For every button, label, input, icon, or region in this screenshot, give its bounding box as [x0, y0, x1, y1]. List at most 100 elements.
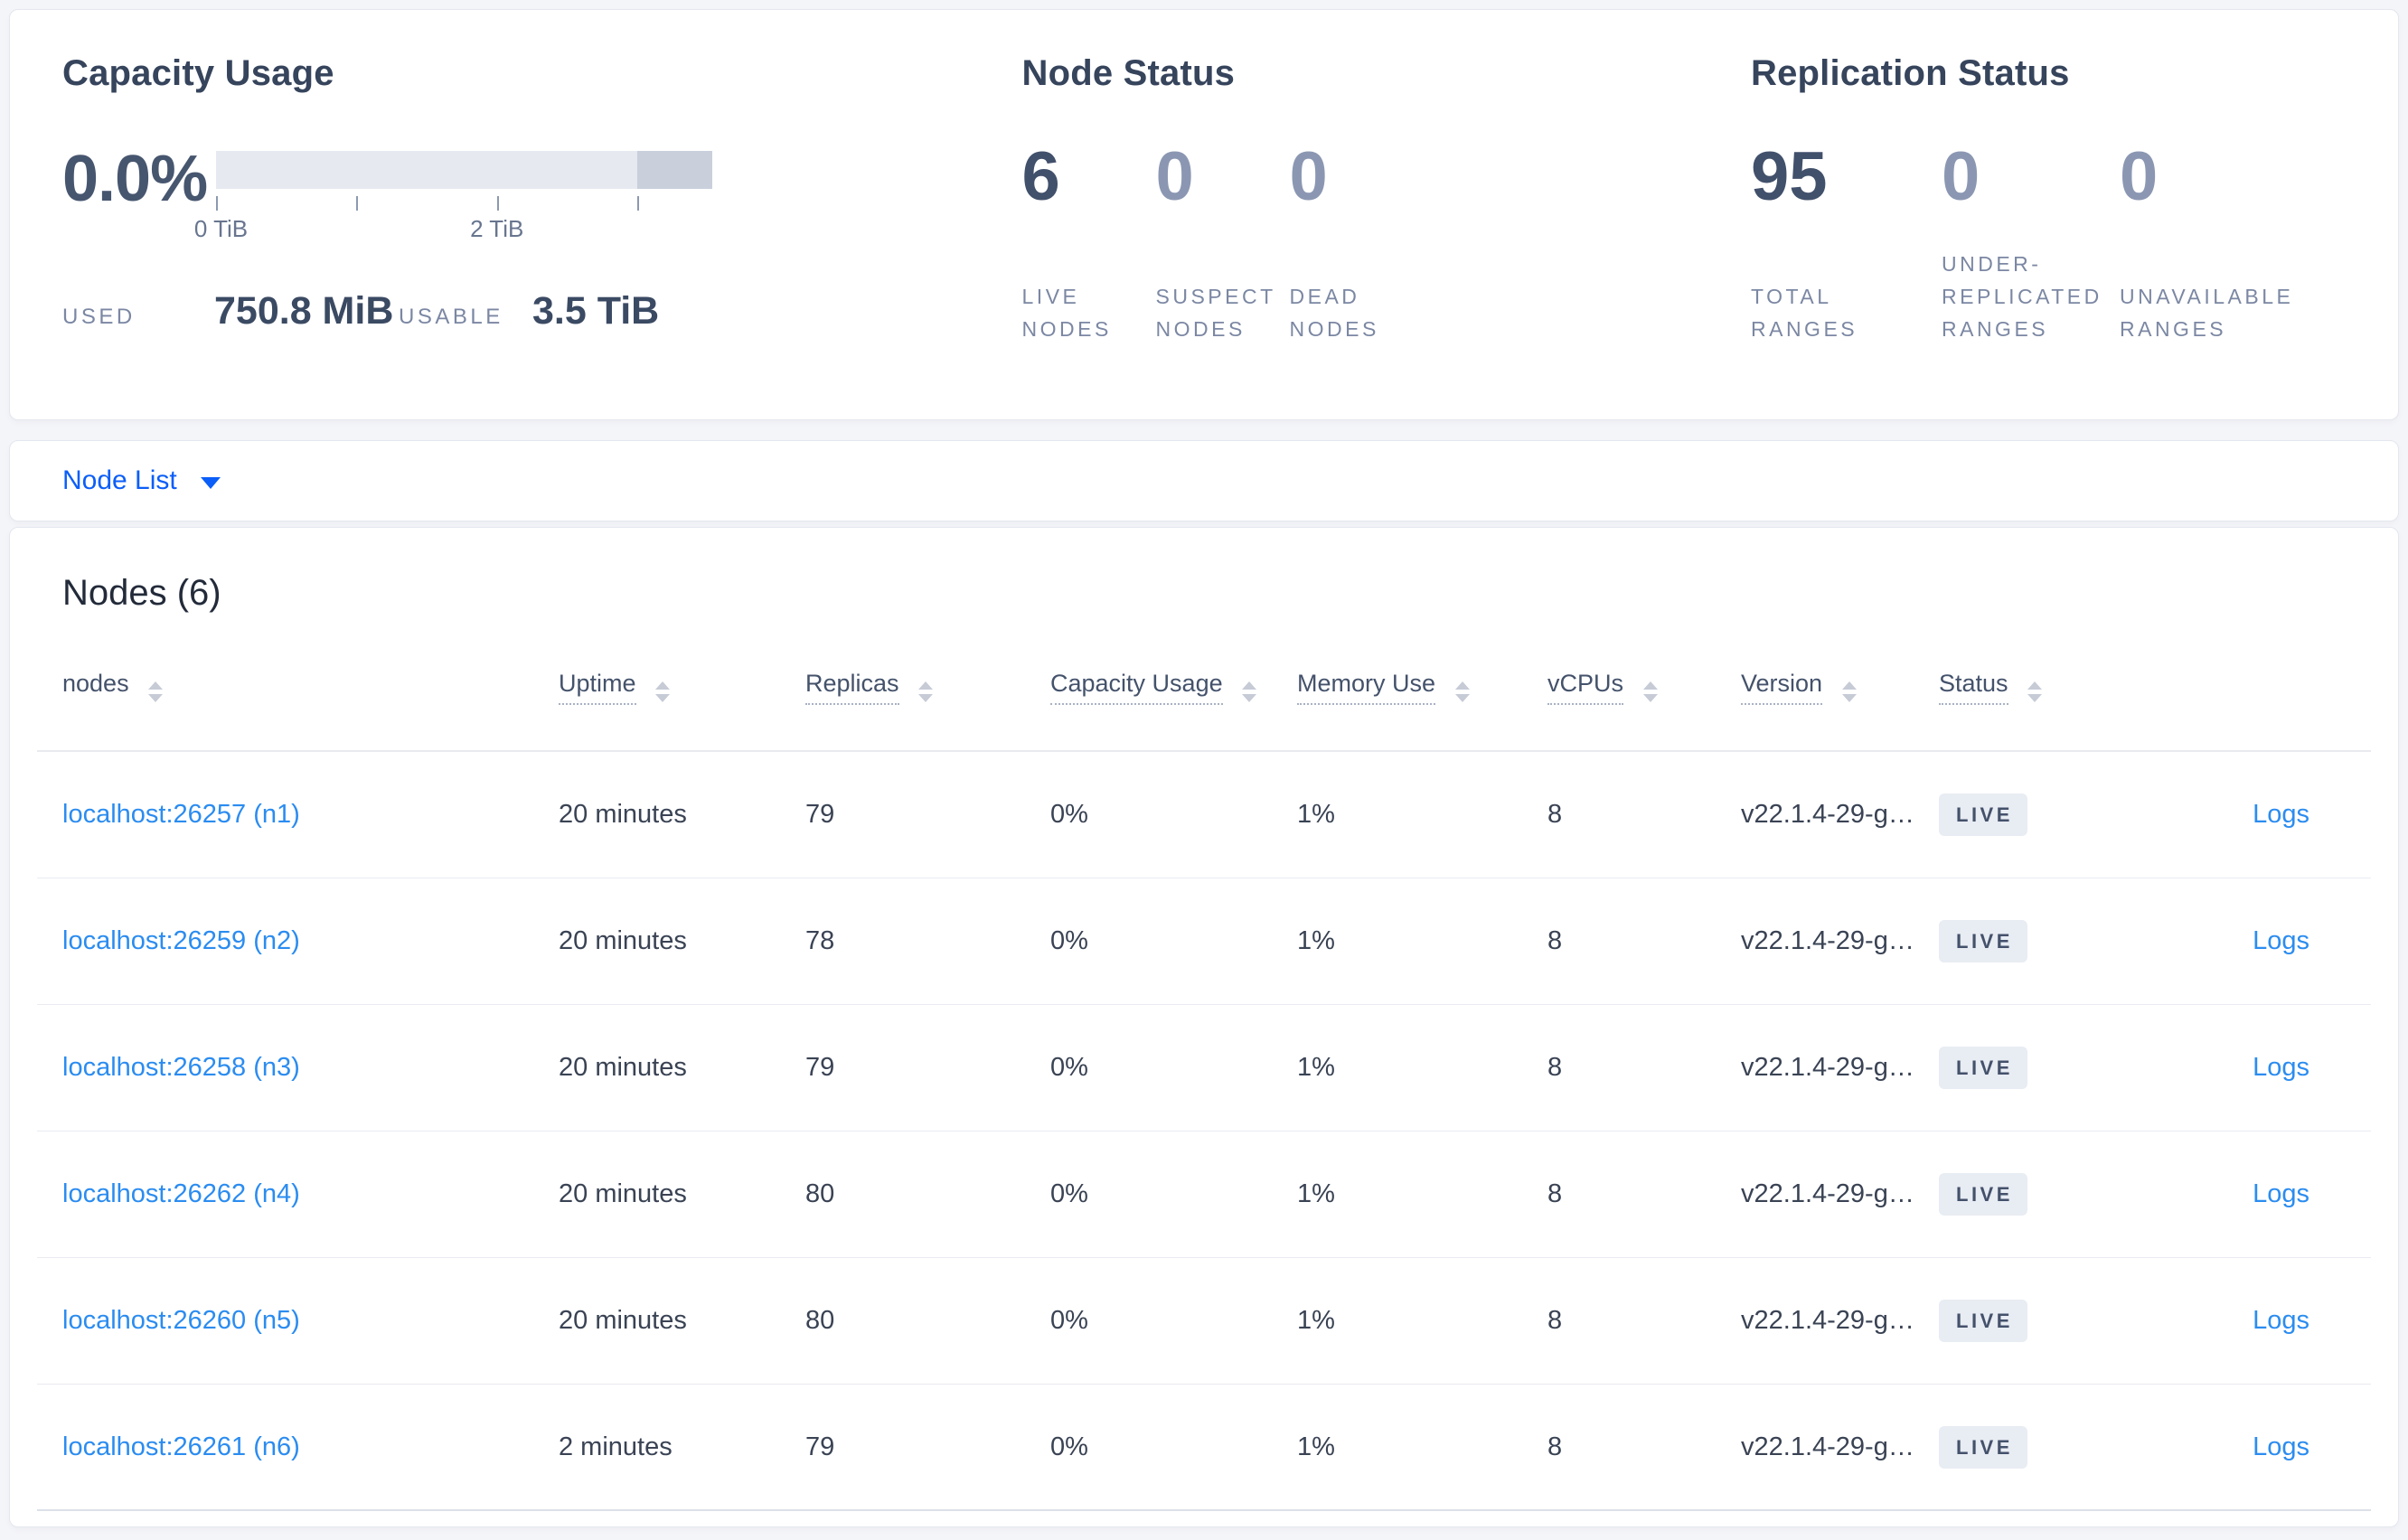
total-ranges-count: 95	[1751, 138, 1828, 215]
capacity-axis-labels: 0 TiB 2 TiB	[194, 215, 712, 244]
logs-link[interactable]: Logs	[2253, 800, 2309, 829]
logs-cell: Logs	[2140, 1179, 2371, 1209]
node-cell: localhost:26257 (n1)	[37, 800, 559, 830]
node-list-dropdown[interactable]: Node List	[62, 465, 221, 496]
column-header-memory-use[interactable]: Memory Use	[1297, 669, 1547, 705]
memory-use-cell: 1%	[1297, 1432, 1335, 1461]
table-row: localhost:26258 (n3) 20 minutes 79 0% 1%…	[37, 1005, 2371, 1132]
version-cell: v22.1.4-29-g…	[1741, 926, 1914, 955]
axis-tick	[637, 196, 640, 211]
logs-cell: Logs	[2140, 926, 2371, 956]
total-ranges-label: TOTAL RANGES	[1751, 285, 1858, 341]
capacity-bar-chart: 0 TiB 2 TiB	[194, 130, 712, 244]
node-cell: localhost:26258 (n3)	[37, 1053, 559, 1083]
unavailable-ranges-count: 0	[2120, 138, 2159, 215]
column-header-uptime[interactable]: Uptime	[559, 669, 805, 705]
column-header-status[interactable]: Status	[1939, 669, 2140, 705]
logs-link[interactable]: Logs	[2253, 1053, 2309, 1082]
nodes-heading: Nodes (6)	[62, 573, 221, 613]
memory-use-cell: 1%	[1297, 800, 1335, 829]
sort-arrows-icon[interactable]	[1242, 681, 1257, 702]
replication-status-stats: 95 TOTAL RANGES 0 UNDER- REPLICATED RANG…	[1751, 130, 2346, 345]
column-header-capacity-usage[interactable]: Capacity Usage	[1050, 669, 1297, 705]
total-ranges-stat: 95 TOTAL RANGES	[1751, 130, 1942, 345]
logs-link[interactable]: Logs	[2253, 1432, 2309, 1461]
capacity-usage-cell: 0%	[1050, 1432, 1088, 1461]
node-cell: localhost:26262 (n4)	[37, 1179, 559, 1209]
sort-arrows-icon[interactable]	[148, 681, 164, 702]
version-cell: v22.1.4-29-g…	[1741, 1432, 1914, 1461]
column-header-replicas[interactable]: Replicas	[805, 669, 1050, 705]
memory-use-cell: 1%	[1297, 1053, 1335, 1082]
node-link[interactable]: localhost:26260 (n5)	[62, 1306, 300, 1335]
replication-status-section: Replication Status 95 TOTAL RANGES 0 UND…	[1751, 53, 2346, 419]
under-replicated-ranges-label: UNDER- REPLICATED RANGES	[1942, 252, 2102, 341]
table-row: localhost:26257 (n1) 20 minutes 79 0% 1%…	[37, 752, 2371, 878]
memory-use-cell: 1%	[1297, 926, 1335, 955]
axis-tick-label: 2 TiB	[470, 215, 524, 242]
node-link[interactable]: localhost:26258 (n3)	[62, 1053, 300, 1082]
capacity-usage-cell: 0%	[1050, 1179, 1088, 1208]
axis-tick-label: 0 TiB	[193, 215, 249, 242]
table-row: localhost:26261 (n6) 2 minutes 79 0% 1% …	[37, 1385, 2371, 1511]
table-body: localhost:26257 (n1) 20 minutes 79 0% 1%…	[37, 752, 2371, 1511]
sort-arrows-icon[interactable]	[1642, 681, 1658, 702]
sort-arrows-icon[interactable]	[1841, 681, 1857, 702]
capacity-gauge: 0.0% 0 TiB 2 TiB	[62, 130, 1022, 244]
node-link[interactable]: localhost:26257 (n1)	[62, 800, 300, 829]
dead-nodes-stat: 0 DEAD NODES	[1290, 130, 1424, 345]
usable-value: 3.5 TiB	[532, 289, 660, 333]
column-header-nodes[interactable]: nodes	[37, 670, 559, 702]
replicas-cell: 79	[805, 800, 835, 829]
suspect-nodes-label: SUSPECT NODES	[1155, 285, 1276, 341]
status-cell: LIVE	[1939, 1300, 2140, 1342]
node-status-stats: 6 LIVE NODES 0 SUSPECT NODES 0 DEAD NODE…	[1022, 130, 1751, 345]
unavailable-ranges-stat: 0 UNAVAILABLE RANGES	[2120, 130, 2346, 345]
version-cell: v22.1.4-29-g…	[1741, 1306, 1914, 1335]
capacity-overprovisioned-segment	[637, 151, 712, 189]
table-header-row: nodes Uptime Replicas Capacity Usage Mem…	[37, 621, 2371, 752]
capacity-axis-ticks	[216, 193, 712, 215]
capacity-usage-cell: 0%	[1050, 800, 1088, 829]
capacity-used-percent: 0.0%	[62, 143, 208, 215]
memory-use-cell: 1%	[1297, 1179, 1335, 1208]
logs-link[interactable]: Logs	[2253, 1306, 2309, 1335]
logs-link[interactable]: Logs	[2253, 926, 2309, 955]
vcpus-cell: 8	[1547, 1053, 1563, 1082]
replicas-cell: 79	[805, 1432, 835, 1461]
logs-cell: Logs	[2140, 1306, 2371, 1336]
uptime-cell: 20 minutes	[559, 926, 687, 955]
uptime-cell: 20 minutes	[559, 1179, 687, 1208]
capacity-usage-section: Capacity Usage 0.0% 0 TiB 2 TiB USED 750…	[62, 53, 1022, 419]
live-nodes-stat: 6 LIVE NODES	[1022, 130, 1156, 345]
sort-arrows-icon[interactable]	[1454, 681, 1470, 702]
under-replicated-ranges-count: 0	[1942, 138, 1980, 215]
vcpus-cell: 8	[1547, 1306, 1563, 1335]
node-link[interactable]: localhost:26262 (n4)	[62, 1179, 300, 1208]
dead-nodes-count: 0	[1289, 138, 1328, 215]
dead-nodes-label: DEAD NODES	[1289, 285, 1379, 341]
node-link[interactable]: localhost:26261 (n6)	[62, 1432, 300, 1461]
replication-status-title: Replication Status	[1751, 53, 2070, 93]
capacity-usage-cell: 0%	[1050, 1306, 1088, 1335]
view-selector-bar: Node List	[9, 440, 2399, 521]
capacity-bar	[216, 151, 712, 189]
uptime-cell: 20 minutes	[559, 800, 687, 829]
table-row: localhost:26262 (n4) 20 minutes 80 0% 1%…	[37, 1132, 2371, 1258]
node-cell: localhost:26261 (n6)	[37, 1432, 559, 1462]
node-link[interactable]: localhost:26259 (n2)	[62, 926, 300, 955]
vcpus-cell: 8	[1547, 1432, 1563, 1461]
version-cell: v22.1.4-29-g…	[1741, 1053, 1914, 1082]
logs-link[interactable]: Logs	[2253, 1179, 2309, 1208]
sort-arrows-icon[interactable]	[918, 681, 934, 702]
status-badge: LIVE	[1939, 920, 2027, 963]
replicas-cell: 80	[805, 1306, 835, 1335]
sort-arrows-icon[interactable]	[655, 681, 671, 702]
version-cell: v22.1.4-29-g…	[1741, 1179, 1914, 1208]
column-header-version[interactable]: Version	[1741, 669, 1939, 705]
column-header-vcpus[interactable]: vCPUs	[1547, 669, 1741, 705]
usable-label: USABLE	[399, 305, 503, 329]
sort-arrows-icon[interactable]	[2027, 681, 2043, 702]
status-cell: LIVE	[1939, 1425, 2140, 1469]
node-status-section: Node Status 6 LIVE NODES 0 SUSPECT NODES…	[1022, 53, 1751, 419]
